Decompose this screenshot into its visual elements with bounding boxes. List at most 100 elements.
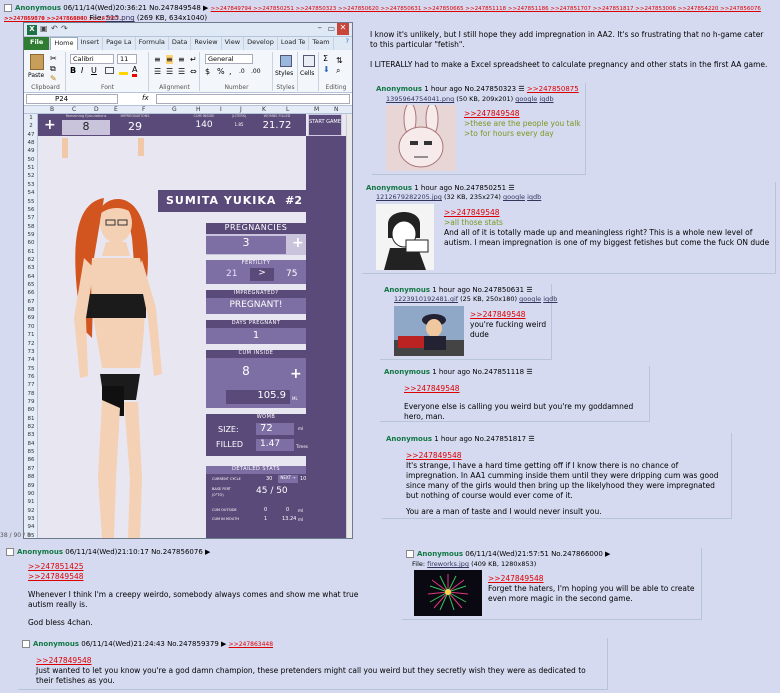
vertical-scrollbar[interactable] bbox=[346, 114, 352, 538]
file-link[interactable]: 1395964754041.png bbox=[386, 95, 454, 103]
op-checkbox[interactable] bbox=[4, 4, 12, 12]
cells-label[interactable]: Cells bbox=[300, 70, 314, 77]
row-header[interactable]: 93 bbox=[25, 515, 37, 523]
row-header[interactable]: 1 bbox=[25, 114, 37, 122]
reply-meta[interactable]: 1 hour ago No.247850631 bbox=[432, 286, 524, 294]
row-header[interactable]: 77 bbox=[25, 381, 37, 389]
row-header[interactable]: 81 bbox=[25, 415, 37, 423]
col-c[interactable]: C bbox=[72, 106, 76, 113]
quote-link[interactable]: >>247849548 bbox=[470, 310, 548, 320]
arrow-icon[interactable]: ▶ bbox=[605, 550, 610, 558]
tab-load-test[interactable]: Load Te bbox=[278, 37, 310, 50]
percent-icon[interactable]: % bbox=[217, 67, 225, 76]
row-header[interactable]: 54 bbox=[25, 189, 37, 197]
col-n[interactable]: N bbox=[334, 106, 339, 113]
reply-meta[interactable]: 1 hour ago No.247851118 bbox=[432, 368, 524, 376]
fill-color-icon[interactable] bbox=[119, 66, 128, 75]
col-m[interactable]: M bbox=[314, 106, 319, 113]
op-file-link[interactable]: 515.png bbox=[106, 14, 135, 22]
post-checkbox[interactable] bbox=[6, 548, 14, 556]
copy-icon[interactable]: ⧉ bbox=[50, 64, 56, 74]
tab-home[interactable]: Home bbox=[50, 37, 78, 50]
tab-file[interactable]: File bbox=[24, 37, 51, 50]
quote-link[interactable]: >>247849548 bbox=[464, 109, 582, 119]
quote-link[interactable]: >>247849548 bbox=[404, 384, 644, 394]
row-header[interactable]: 71 bbox=[25, 331, 37, 339]
row-header[interactable]: 73 bbox=[25, 348, 37, 356]
reply-thumbnail[interactable] bbox=[386, 105, 456, 171]
add-pregnancy-button[interactable]: + bbox=[292, 235, 304, 251]
col-h[interactable]: H bbox=[196, 106, 201, 113]
cut-icon[interactable]: ✂ bbox=[50, 54, 57, 63]
row-header[interactable]: 88 bbox=[25, 473, 37, 481]
name-box[interactable]: P24 bbox=[26, 94, 118, 104]
excel-screenshot[interactable]: X ▣ ↶ ↷ – ▭ ✕ File Home Insert Page La F… bbox=[23, 22, 353, 539]
close-icon[interactable]: ✕ bbox=[337, 23, 349, 35]
row-header[interactable]: 62 bbox=[25, 256, 37, 264]
styles-label[interactable]: Styles bbox=[275, 70, 293, 77]
align-top-icon[interactable]: ≡ bbox=[154, 55, 161, 64]
row-header[interactable]: 94 bbox=[25, 523, 37, 531]
col-j[interactable]: J bbox=[240, 106, 242, 113]
quote-link[interactable]: >>247849548 bbox=[36, 656, 602, 666]
formula-input[interactable] bbox=[156, 94, 350, 104]
col-f[interactable]: F bbox=[142, 106, 145, 113]
next-cycle-button[interactable]: NEXT → bbox=[278, 475, 298, 483]
row-header[interactable]: 84 bbox=[25, 440, 37, 448]
row-header[interactable]: 2 bbox=[25, 122, 37, 130]
tab-view[interactable]: View bbox=[222, 37, 245, 50]
start-game-button[interactable]: START GAME bbox=[308, 114, 342, 136]
row-header[interactable]: 66 bbox=[25, 289, 37, 297]
file-link[interactable]: 1212679282205.jpg bbox=[376, 193, 442, 201]
row-header[interactable]: 48 bbox=[25, 139, 37, 147]
row-header[interactable]: 67 bbox=[25, 298, 37, 306]
fx-icon[interactable]: fx bbox=[142, 94, 149, 102]
font-name-select[interactable]: Calibri bbox=[70, 54, 114, 64]
italic-icon[interactable]: I bbox=[81, 66, 83, 75]
row-header[interactable]: 90 bbox=[25, 490, 37, 498]
menu-icon[interactable]: ☰ bbox=[508, 184, 514, 192]
post-checkbox[interactable] bbox=[406, 550, 414, 558]
undo-icon[interactable]: ↶ bbox=[51, 24, 58, 33]
fireworks-thumbnail[interactable] bbox=[414, 570, 482, 616]
row-header[interactable]: 52 bbox=[25, 172, 37, 180]
post-backlink[interactable]: >>247863448 bbox=[229, 641, 273, 648]
quote-link[interactable]: >>247849548 bbox=[444, 208, 772, 218]
row-header[interactable]: 85 bbox=[25, 448, 37, 456]
sort-filter-icon[interactable]: ⇅ bbox=[336, 56, 343, 65]
menu-icon[interactable]: ☰ bbox=[526, 286, 532, 294]
underline-icon[interactable]: U bbox=[91, 66, 97, 75]
iqdb-link[interactable]: iqdb bbox=[527, 193, 541, 201]
row-header[interactable]: 74 bbox=[25, 356, 37, 364]
font-color-icon[interactable]: A bbox=[132, 65, 138, 77]
google-link[interactable]: google bbox=[519, 295, 541, 303]
row-header[interactable]: 49 bbox=[25, 147, 37, 155]
merge-icon[interactable]: ⇔ bbox=[190, 67, 197, 76]
row-header[interactable]: 82 bbox=[25, 423, 37, 431]
col-d[interactable]: D bbox=[94, 106, 99, 113]
fill-icon[interactable]: ⬇ bbox=[323, 65, 330, 74]
row-header[interactable]: 57 bbox=[25, 214, 37, 222]
autosum-icon[interactable]: Σ bbox=[323, 54, 328, 63]
op-arrow-icon[interactable]: ▶ bbox=[203, 4, 208, 12]
reply-backlink[interactable]: >>247850875 bbox=[527, 85, 579, 93]
row-header[interactable]: 87 bbox=[25, 465, 37, 473]
number-format-select[interactable]: General bbox=[205, 54, 253, 64]
row-header[interactable]: 64 bbox=[25, 273, 37, 281]
row-header[interactable]: 78 bbox=[25, 390, 37, 398]
row-header[interactable]: 53 bbox=[25, 181, 37, 189]
tab-team[interactable]: Team bbox=[309, 37, 334, 50]
post-meta[interactable]: 06/11/14(Wed)21:10:17 No.247856076 bbox=[65, 548, 203, 556]
row-header[interactable]: 60 bbox=[25, 239, 37, 247]
col-b[interactable]: B bbox=[50, 106, 54, 113]
row-header[interactable]: 51 bbox=[25, 164, 37, 172]
borders-icon[interactable] bbox=[105, 67, 114, 74]
row-header[interactable]: 70 bbox=[25, 323, 37, 331]
arrow-icon[interactable]: ▶ bbox=[221, 640, 226, 648]
iqdb-link[interactable]: iqdb bbox=[543, 295, 557, 303]
quote-link[interactable]: >>247849548 bbox=[406, 451, 726, 461]
row-header[interactable]: 50 bbox=[25, 156, 37, 164]
help-icon[interactable]: ? bbox=[343, 37, 352, 50]
reply-meta[interactable]: 1 hour ago No.247850323 bbox=[424, 85, 516, 93]
row-header[interactable]: 59 bbox=[25, 231, 37, 239]
